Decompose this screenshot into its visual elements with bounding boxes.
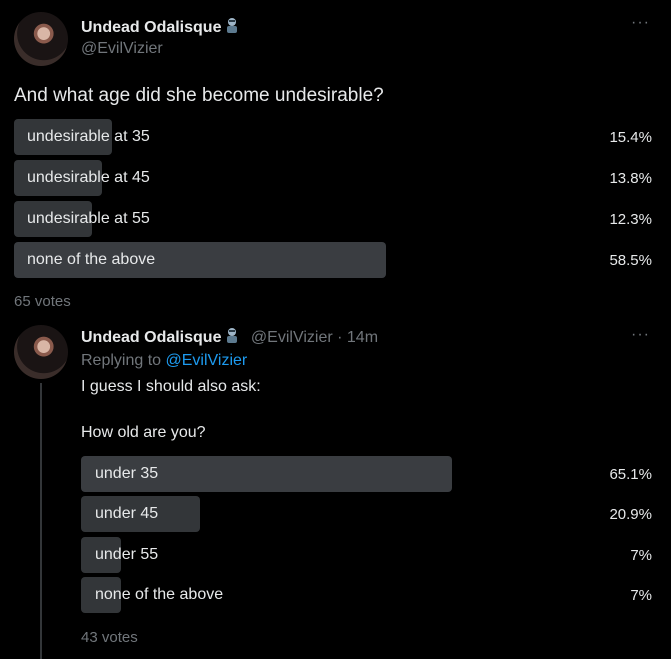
replying-handle-link[interactable]: @EvilVizier — [166, 352, 248, 369]
more-options-icon[interactable]: ··· — [631, 326, 650, 344]
poll-option-percent: 7% — [630, 587, 652, 604]
vote-count: 43 votes — [81, 629, 138, 646]
author-handle[interactable]: @EvilVizier — [81, 40, 163, 58]
poll-option-percent: 58.5% — [609, 252, 652, 269]
poll-option: under 35 65.1% — [81, 456, 654, 492]
poll-option: undesirable at 55 12.3% — [14, 201, 654, 237]
author-name[interactable]: Undead Odalisque — [81, 19, 221, 36]
poll-option-percent: 20.9% — [609, 506, 652, 523]
tweet-text: And what age did she become undesirable? — [14, 85, 384, 106]
poll-option-percent: 15.4% — [609, 129, 652, 146]
poll-option-percent: 7% — [630, 547, 652, 564]
poll-option: under 45 20.9% — [81, 496, 654, 532]
poll-option-label: none of the above — [27, 251, 156, 268]
author-name[interactable]: Undead Odalisque — [81, 329, 221, 346]
tweet-text-line: I guess I should also ask: — [81, 378, 261, 395]
tweet-text-line: How old are you? — [81, 424, 206, 441]
poll-option: under 55 7% — [81, 537, 654, 573]
avatar[interactable] — [14, 325, 68, 379]
timestamp[interactable]: · 14m — [337, 329, 378, 346]
poll-option-label: under 45 — [95, 505, 159, 522]
zombie-emoji-icon — [227, 18, 238, 33]
thread-line — [40, 383, 42, 659]
author-handle[interactable]: @EvilVizier — [251, 329, 333, 346]
replying-to: Replying to @EvilVizier — [81, 352, 247, 370]
poll-option: undesirable at 35 15.4% — [14, 119, 654, 155]
vote-count: 65 votes — [14, 293, 71, 310]
author-line: Undead Odalisque — [81, 17, 240, 37]
zombie-emoji-icon — [227, 328, 238, 343]
author-line: Undead Odalisque @EvilVizier · 14m — [81, 327, 378, 347]
poll-option-label: undesirable at 45 — [27, 169, 150, 186]
poll-option-label: under 55 — [95, 546, 159, 563]
poll-option-percent: 12.3% — [609, 211, 652, 228]
poll-option-label: undesirable at 35 — [27, 128, 150, 145]
poll-option: none of the above 7% — [81, 577, 654, 613]
poll-option-label: under 35 — [95, 465, 159, 482]
poll-option: none of the above 58.5% — [14, 242, 654, 278]
poll-option-label: none of the above — [95, 586, 224, 603]
avatar[interactable] — [14, 12, 68, 66]
poll-option: undesirable at 45 13.8% — [14, 160, 654, 196]
poll-option-percent: 65.1% — [609, 466, 652, 483]
replying-prefix: Replying to — [81, 352, 166, 369]
more-options-icon[interactable]: ··· — [631, 14, 650, 32]
poll-option-label: undesirable at 55 — [27, 210, 150, 227]
poll-option-percent: 13.8% — [609, 170, 652, 187]
